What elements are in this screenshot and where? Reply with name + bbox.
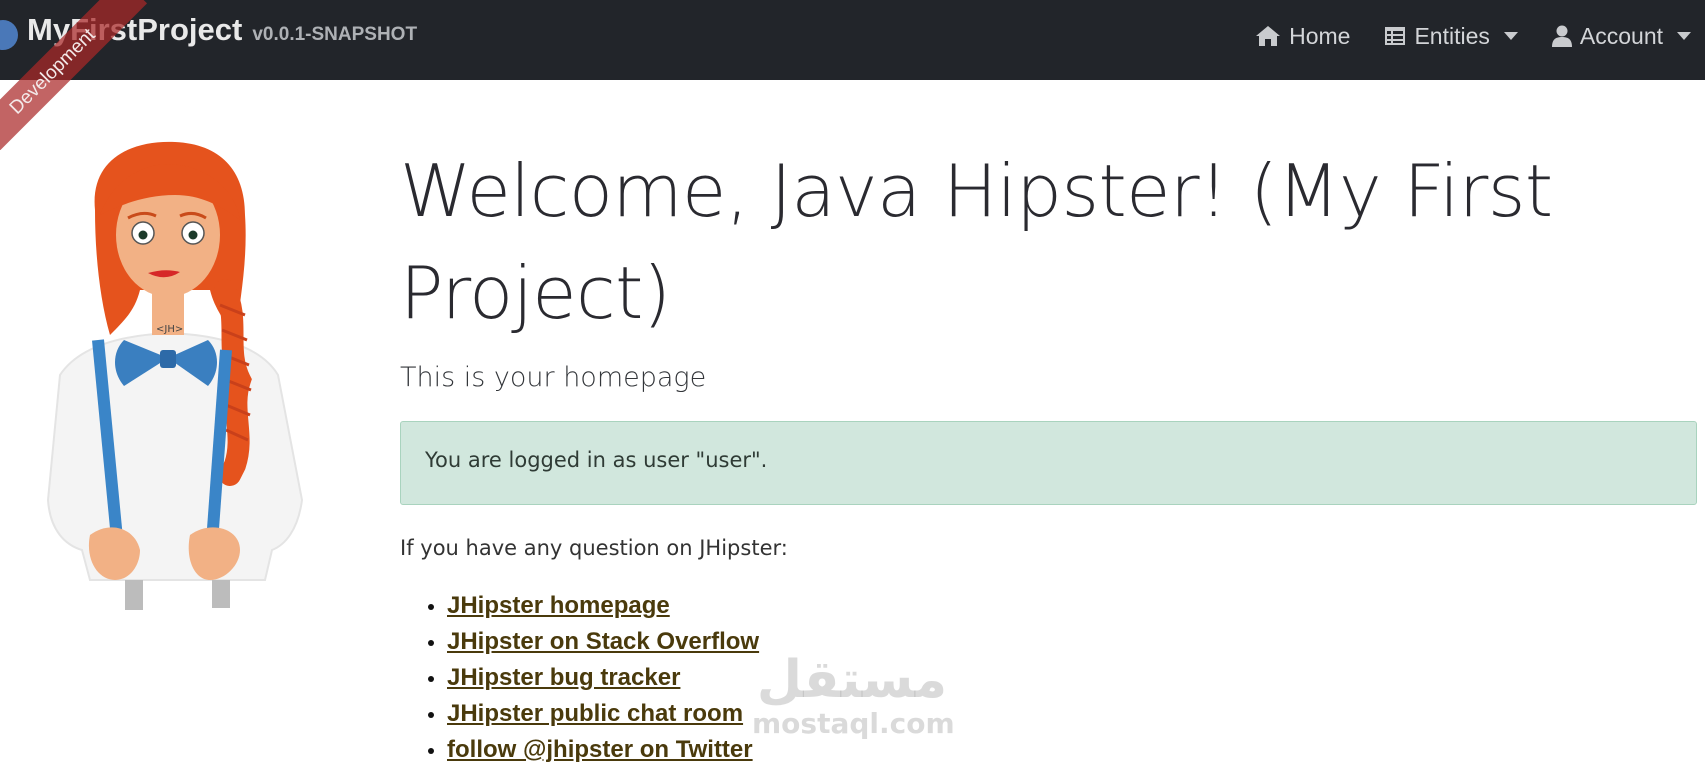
page-title: Welcome, Java Hipster! (My First Project…: [400, 149, 1553, 335]
question-text: If you have any question on JHipster:: [400, 536, 788, 560]
watermark-arabic: مستقل: [756, 650, 948, 710]
page-subtitle: This is your homepage: [400, 362, 707, 393]
alert-text: You are logged in as user "user".: [425, 448, 768, 472]
list-item: JHipster on Stack Overflow: [447, 624, 759, 660]
link-twitter[interactable]: follow @jhipster on Twitter: [447, 736, 753, 763]
home-icon: [1256, 26, 1281, 46]
navbar: MyFirstProject v0.0.1-SNAPSHOT Home Enti…: [0, 0, 1705, 80]
nav-item-label: Home: [1289, 22, 1351, 49]
chevron-down-icon: [1503, 32, 1518, 40]
watermark: مستقل mostaql.com: [752, 650, 955, 740]
list-item: follow @jhipster on Twitter: [447, 732, 759, 768]
list-item: JHipster bug tracker: [447, 660, 759, 696]
user-icon: [1551, 25, 1572, 47]
svg-text:<JH>: <JH>: [156, 324, 183, 335]
chevron-down-icon: [1677, 32, 1691, 40]
nav-item-label: Entities: [1414, 22, 1490, 49]
list-item: JHipster homepage: [447, 588, 759, 624]
nav-item-account[interactable]: Account: [1551, 22, 1691, 50]
table-icon: [1385, 27, 1406, 45]
brand-version: v0.0.1-SNAPSHOT: [252, 24, 418, 45]
link-chat-room[interactable]: JHipster public chat room: [447, 700, 743, 727]
nav-item-home[interactable]: Home: [1255, 23, 1350, 50]
link-jhipster-homepage[interactable]: JHipster homepage: [447, 592, 670, 619]
nav-item-label: Account: [1579, 22, 1663, 49]
brand[interactable]: MyFirstProject v0.0.1-SNAPSHOT: [27, 12, 417, 48]
nav-item-entities[interactable]: Entities: [1384, 22, 1518, 50]
hipster-illustration: <JH>: [46, 141, 304, 610]
brand-title[interactable]: MyFirstProject: [27, 12, 242, 48]
watermark-latin: mostaql.com: [752, 707, 955, 740]
brand-logo-icon[interactable]: [0, 20, 18, 50]
link-stack-overflow[interactable]: JHipster on Stack Overflow: [447, 628, 759, 655]
link-bug-tracker[interactable]: JHipster bug tracker: [447, 664, 680, 691]
login-status-alert: You are logged in as user "user".: [400, 421, 1697, 505]
help-links-list: JHipster homepage JHipster on Stack Over…: [400, 588, 759, 768]
nav-items: Home Entities Account: [1255, 0, 1691, 72]
list-item: JHipster public chat room: [447, 696, 759, 732]
main-content: Welcome, Java Hipster! (My First Project…: [400, 140, 1700, 763]
